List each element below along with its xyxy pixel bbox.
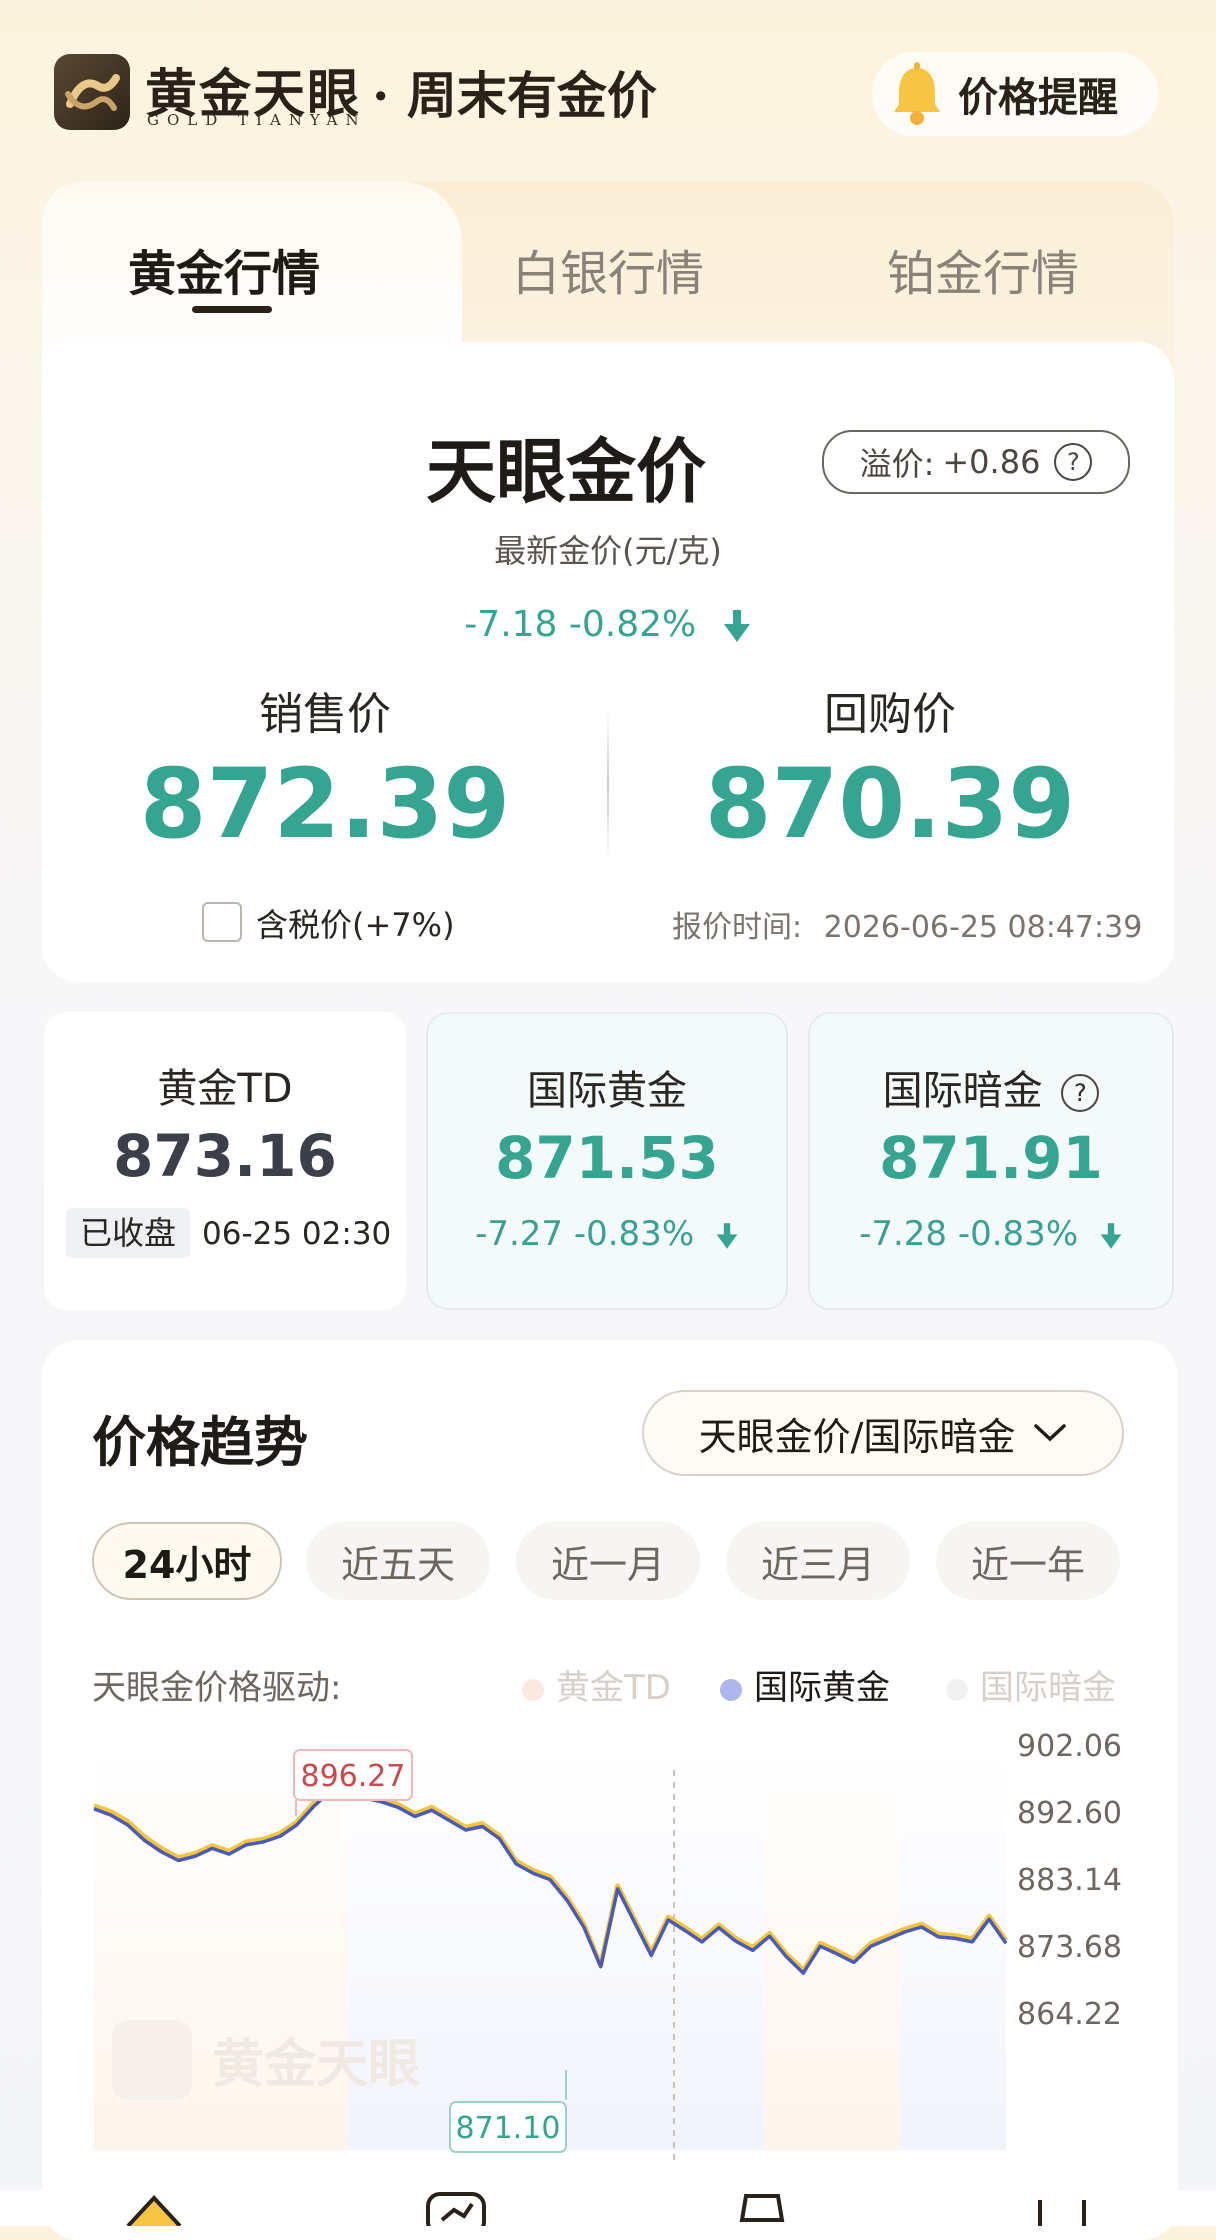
chevron-down-icon	[1034, 1424, 1067, 1442]
max-annotation-label: 896.27	[301, 1759, 406, 1794]
brand-subtitle: GOLD TIANYAN	[147, 111, 367, 129]
arrow-down-icon	[716, 1222, 738, 1249]
price-alert-button[interactable]: 价格提醒	[872, 52, 1158, 136]
quote-time-row: 报价时间: 2026-06-25 08:47:39	[672, 902, 1142, 946]
legend-dot	[720, 1678, 742, 1701]
range-3m[interactable]: 近三月	[726, 1522, 910, 1600]
tab-gold[interactable]: 黄金行情	[128, 234, 320, 304]
sell-price-value: 872.39	[139, 748, 511, 860]
min-annotation: 871.10	[449, 2070, 567, 2153]
y-tick-label: 892.60	[1017, 1796, 1122, 1831]
logo-icon	[54, 54, 130, 130]
gold-td-time: 06-25 02:30	[202, 1216, 392, 1252]
y-tick-label: 873.68	[1017, 1930, 1122, 1965]
intl-dark-gold-label: 国际暗金	[882, 1068, 1043, 1114]
min-annotation-label: 871.10	[456, 2111, 561, 2146]
intl-dark-gold-change: -7.28 -0.83%	[859, 1214, 1079, 1254]
range-1y[interactable]: 近一年	[936, 1522, 1120, 1600]
price-change: -7.18 -0.82%	[464, 604, 697, 645]
y-tick-label: 864.22	[1017, 1997, 1122, 2032]
range-1m[interactable]: 近一月	[516, 1522, 700, 1600]
intl-gold-card[interactable]: 国际黄金 871.53 -7.27 -0.83%	[426, 1012, 788, 1310]
buy-price-label: 回购价	[824, 689, 956, 740]
help-icon[interactable]: ?	[1061, 1074, 1100, 1112]
price-divider	[607, 710, 609, 860]
gold-td-label: 黄金TD	[157, 1066, 293, 1112]
y-tick-label: 902.06	[1017, 1729, 1122, 1764]
market-closed-badge: 已收盘	[66, 1208, 191, 1258]
tax-checkbox[interactable]	[202, 902, 242, 942]
bottom-nav-bar	[0, 2190, 1216, 2226]
intl-gold-value: 871.53	[495, 1124, 719, 1192]
price-alert-label: 价格提醒	[958, 75, 1118, 121]
premium-label: 溢价:	[859, 445, 935, 483]
trend-title: 价格趋势	[92, 1411, 308, 1474]
arrow-down-icon	[723, 610, 750, 642]
quote-time-label: 报价时间:	[672, 910, 803, 945]
range-5d[interactable]: 近五天	[306, 1522, 490, 1600]
home-icon[interactable]	[122, 2190, 186, 2226]
gold-quote-panel: 黄金行情 白银行情 铂金行情	[42, 182, 1174, 982]
arrow-down-icon	[1100, 1222, 1122, 1249]
quote-time: 2026-06-25 08:47:39	[823, 910, 1143, 945]
app-header: 黄金天眼 GOLD TIANYAN · 周末有金价 价格提醒	[0, 0, 1216, 180]
shop-icon[interactable]	[730, 2190, 794, 2226]
premium-badge[interactable]: 溢价: +0.86 ?	[822, 430, 1130, 494]
legend-dot	[946, 1678, 968, 1701]
price-unit-subtitle: 最新金价(元/克)	[494, 532, 722, 570]
intl-gold-change: -7.27 -0.83%	[475, 1214, 695, 1254]
bell-icon	[894, 62, 940, 125]
premium-value: +0.86	[942, 443, 1041, 481]
gold-td-card[interactable]: 黄金TD 873.16 已收盘 06-25 02:30	[44, 1012, 406, 1310]
trend-icon[interactable]	[424, 2190, 488, 2226]
price-change-row: -7.18 -0.82%	[0, 604, 1216, 645]
help-icon[interactable]: ?	[1054, 443, 1093, 481]
series-line-blue	[93, 1789, 1008, 1975]
intl-gold-label: 国际黄金	[527, 1068, 687, 1114]
sell-price-label: 销售价	[259, 689, 391, 740]
tab-platinum[interactable]: 铂金行情	[887, 234, 1079, 304]
intl-dark-gold-change-row: -7.28 -0.83%	[810, 1214, 1172, 1254]
profile-icon[interactable]	[1030, 2190, 1094, 2226]
intl-dark-gold-label-row: 国际暗金 ?	[810, 1058, 1172, 1116]
tab-active-indicator	[192, 306, 272, 313]
price-trend-chart[interactable]: 902.06 892.60 883.14 873.68 864.22 896.27 87…	[0, 1700, 1216, 2160]
series-selector-label: 天眼金价/国际暗金	[698, 1414, 1016, 1459]
gold-td-value: 873.16	[113, 1122, 337, 1190]
tab-silver[interactable]: 白银行情	[512, 234, 704, 304]
range-24h[interactable]: 24小时	[92, 1522, 282, 1600]
series-selector[interactable]: 天眼金价/国际暗金	[642, 1390, 1124, 1476]
brand-slogan: · 周末有金价	[372, 66, 657, 125]
legend-dot	[522, 1678, 544, 1701]
tax-label: 含税价(+7%)	[256, 906, 455, 944]
buy-price-value: 870.39	[704, 748, 1076, 860]
intl-dark-gold-value: 871.91	[879, 1124, 1103, 1192]
y-tick-label: 883.14	[1017, 1863, 1122, 1898]
intl-dark-gold-card[interactable]: 国际暗金 ? 871.91 -7.28 -0.83%	[808, 1012, 1174, 1310]
intl-gold-change-row: -7.27 -0.83%	[428, 1214, 786, 1254]
